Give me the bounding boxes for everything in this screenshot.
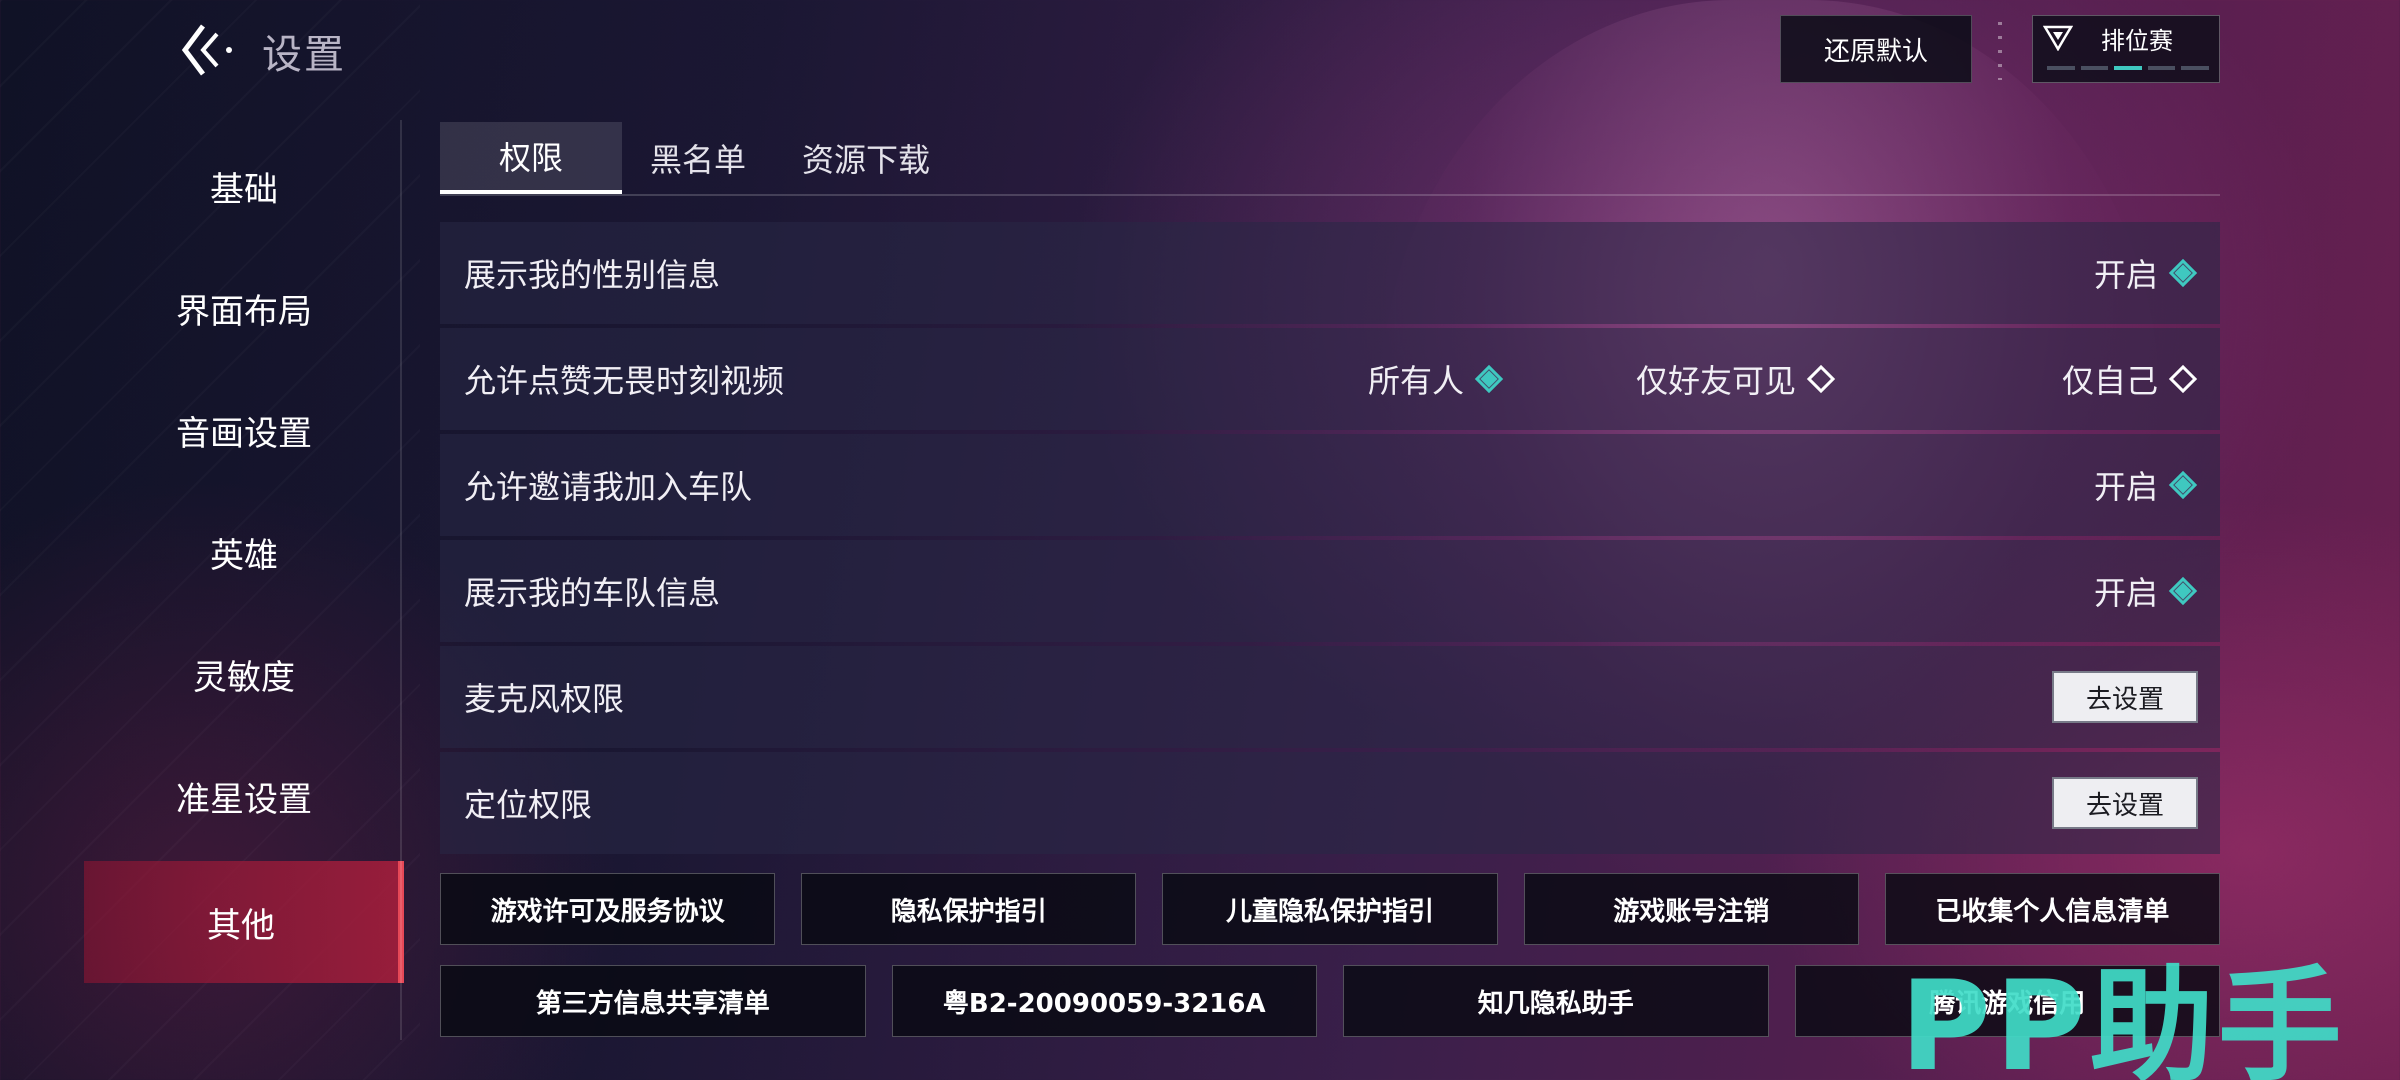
setting-label-microphone: 麦克风权限 <box>464 680 625 718</box>
setting-row-invite: 允许邀请我加入车队 开启 <box>440 434 2220 536</box>
tab-resource-download[interactable]: 资源下载 <box>774 122 958 194</box>
setting-label-likes: 允许点赞无畏时刻视频 <box>464 362 785 400</box>
rank-progress-segment <box>2080 66 2109 70</box>
checked-diamond-icon <box>2168 258 2198 288</box>
tab-bar: 权限 黑名单 资源下载 <box>440 122 2220 196</box>
checked-diamond-icon <box>2168 470 2198 500</box>
rank-progress-segment <box>2047 66 2075 70</box>
sidebar-item-other[interactable]: 其他 <box>84 861 404 983</box>
setting-row-team-info: 展示我的车队信息 开启 <box>440 540 2220 642</box>
invite-toggle-label: 开启 <box>2093 468 2158 506</box>
tab-permissions[interactable]: 权限 <box>440 122 622 194</box>
likes-option-self-label: 仅自己 <box>2061 362 2158 400</box>
sidebar-divider <box>400 120 402 1040</box>
gender-toggle[interactable]: 开启 <box>2094 250 2198 296</box>
reset-default-button[interactable]: 还原默认 <box>1780 15 1972 83</box>
third-party-sharing-button[interactable]: 第三方信息共享清单 <box>440 965 866 1037</box>
team-info-toggle-label: 开启 <box>2093 574 2158 612</box>
account-deletion-button[interactable]: 游戏账号注销 <box>1523 873 1859 945</box>
ranked-mode-label: 排位赛 <box>2101 26 2173 55</box>
setting-label-team-info: 展示我的车队信息 <box>464 574 721 612</box>
sidebar-item-basic[interactable]: 基础 <box>84 125 404 247</box>
microphone-settings-button[interactable]: 去设置 <box>2052 671 2198 723</box>
rank-progress-bars <box>2043 66 2209 70</box>
setting-row-location: 定位权限 去设置 <box>440 752 2220 854</box>
invite-toggle[interactable]: 开启 <box>2094 462 2198 508</box>
back-button[interactable] <box>172 18 242 82</box>
sidebar-item-audio-video[interactable]: 音画设置 <box>84 369 404 491</box>
policy-links: 游戏许可及服务协议 隐私保护指引 儿童隐私保护指引 游戏账号注销 已收集个人信息… <box>440 873 2221 1057</box>
child-privacy-guide-button[interactable]: 儿童隐私保护指引 <box>1162 873 1498 945</box>
setting-label-location: 定位权限 <box>464 786 593 824</box>
rank-progress-segment <box>2181 66 2209 70</box>
back-chevron-icon <box>181 24 232 76</box>
sidebar-item-crosshair[interactable]: 准星设置 <box>84 735 404 857</box>
sidebar-item-sensitivity[interactable]: 灵敏度 <box>84 613 404 735</box>
ranked-mode-badge[interactable]: 排位赛 <box>2032 15 2220 83</box>
checked-diamond-icon <box>2168 576 2198 606</box>
setting-row-gender: 展示我的性别信息 开启 <box>440 222 2220 324</box>
rank-progress-segment <box>2147 66 2176 70</box>
unchecked-diamond-icon <box>1806 364 1836 394</box>
privacy-assistant-button[interactable]: 知几隐私助手 <box>1343 965 1769 1037</box>
location-settings-button[interactable]: 去设置 <box>2052 777 2198 829</box>
likes-option-self[interactable]: 仅自己 <box>2062 356 2198 402</box>
rank-emblem-icon <box>2043 25 2073 51</box>
tab-blacklist[interactable]: 黑名单 <box>622 122 774 194</box>
privacy-guide-button[interactable]: 隐私保护指引 <box>801 873 1137 945</box>
unchecked-diamond-icon <box>2168 364 2198 394</box>
sidebar-item-hero[interactable]: 英雄 <box>84 491 404 613</box>
settings-sidebar: 基础 界面布局 音画设置 英雄 灵敏度 准星设置 其他 <box>84 125 404 983</box>
team-info-toggle[interactable]: 开启 <box>2094 568 2198 614</box>
page-title: 设置 <box>262 32 346 78</box>
rank-progress-segment-active <box>2114 66 2142 70</box>
license-agreement-button[interactable]: 游戏许可及服务协议 <box>440 873 776 945</box>
likes-option-friends-label: 仅好友可见 <box>1636 362 1797 400</box>
likes-option-everyone-label: 所有人 <box>1368 362 1465 400</box>
setting-row-likes: 允许点赞无畏时刻视频 所有人 仅好友可见 仅自己 <box>440 328 2220 430</box>
icp-license-button[interactable]: 粤B2-20090059-3216A <box>891 965 1317 1037</box>
permissions-panel: 展示我的性别信息 开启 允许点赞无畏时刻视频 所有人 仅好友可见 仅自己 允许邀… <box>440 222 2220 858</box>
sidebar-item-layout[interactable]: 界面布局 <box>84 247 404 369</box>
gender-toggle-label: 开启 <box>2093 256 2158 294</box>
setting-label-invite: 允许邀请我加入车队 <box>464 468 753 506</box>
setting-label-gender: 展示我的性别信息 <box>464 256 721 294</box>
game-credit-button[interactable]: 腾讯游戏信用 <box>1794 965 2220 1037</box>
header-divider <box>1998 22 2002 80</box>
likes-option-everyone[interactable]: 所有人 <box>1368 356 1504 402</box>
checked-diamond-icon <box>1474 364 1504 394</box>
likes-option-friends[interactable]: 仅好友可见 <box>1636 356 1836 402</box>
setting-row-microphone: 麦克风权限 去设置 <box>440 646 2220 748</box>
collected-info-list-button[interactable]: 已收集个人信息清单 <box>1884 873 2221 945</box>
